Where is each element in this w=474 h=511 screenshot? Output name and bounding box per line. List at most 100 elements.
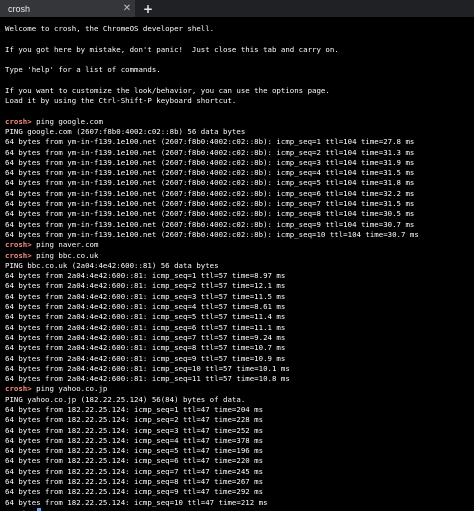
line-text: 64 bytes from 182.22.25.124: icmp_seq=6 … [5, 456, 264, 466]
command-text: ping yahoo.co.jp [31, 384, 108, 394]
line-text: 64 bytes from 2a04:4e42:600::81: icmp_se… [5, 332, 286, 342]
output-line: 64 bytes from ym-in-f139.1e100.net (2607… [5, 168, 474, 178]
line-text: 64 bytes from 2a04:4e42:600::81: icmp_se… [5, 312, 286, 322]
prompt-line: crosh> ping naver.com [5, 240, 474, 250]
output-line: 64 bytes from 182.22.25.124: icmp_seq=7 … [5, 467, 474, 477]
output-line: 64 bytes from 2a04:4e42:600::81: icmp_se… [5, 333, 474, 343]
prompt-label: crosh> [5, 384, 32, 394]
output-line: 64 bytes from ym-in-f139.1e100.net (2607… [5, 199, 474, 209]
output-line: 64 bytes from ym-in-f139.1e100.net (2607… [5, 230, 474, 240]
line-text: 64 bytes from 182.22.25.124: icmp_seq=8 … [5, 477, 264, 487]
line-text: If you want to customize the look/behavi… [5, 85, 330, 95]
line-text: 64 bytes from ym-in-f139.1e100.net (2607… [5, 209, 415, 219]
line-text: 64 bytes from ym-in-f139.1e100.net (2607… [5, 219, 415, 229]
output-line: 64 bytes from ym-in-f139.1e100.net (2607… [5, 220, 474, 230]
output-line: 64 bytes from 182.22.25.124: icmp_seq=3 … [5, 426, 474, 436]
line-text: PING yahoo.co.jp (182.22.25.124) 56(84) … [5, 394, 246, 404]
output-line: 64 bytes from 2a04:4e42:600::81: icmp_se… [5, 281, 474, 291]
output-line: 64 bytes from ym-in-f139.1e100.net (2607… [5, 178, 474, 188]
command-text: ping google.com [31, 116, 103, 126]
line-text: 64 bytes from ym-in-f139.1e100.net (2607… [5, 229, 419, 239]
output-line: PING google.com (2607:f8b0:4002:c02::8b)… [5, 127, 474, 137]
output-line: 64 bytes from 182.22.25.124: icmp_seq=6 … [5, 456, 474, 466]
line-text: 64 bytes from 182.22.25.124: icmp_seq=2 … [5, 415, 264, 425]
line-text: 64 bytes from 2a04:4e42:600::81: icmp_se… [5, 374, 290, 384]
line-text: 64 bytes from 2a04:4e42:600::81: icmp_se… [5, 291, 286, 301]
line-text: 64 bytes from 2a04:4e42:600::81: icmp_se… [5, 363, 290, 373]
line-text: Welcome to crosh, the ChromeOS developer… [5, 24, 215, 33]
tab-bar: crosh ✕ + [0, 0, 474, 17]
line-text: 64 bytes from 182.22.25.124: icmp_seq=5 … [5, 446, 264, 456]
output-line: 64 bytes from ym-in-f139.1e100.net (2607… [5, 209, 474, 219]
output-line: 64 bytes from 182.22.25.124: icmp_seq=4 … [5, 436, 474, 446]
command-text: ping naver.com [31, 240, 99, 250]
line-text: 64 bytes from 2a04:4e42:600::81: icmp_se… [5, 302, 286, 312]
output-line: 64 bytes from 2a04:4e42:600::81: icmp_se… [5, 374, 474, 384]
line-text: PING bbc.co.uk (2a04:4e42:600::81) 56 da… [5, 260, 219, 270]
prompt-line: crosh> ping bbc.co.uk [5, 251, 474, 261]
tab-crosh[interactable]: crosh ✕ [0, 0, 135, 17]
line-text: 64 bytes from 2a04:4e42:600::81: icmp_se… [5, 343, 286, 353]
output-line: If you want to customize the look/behavi… [5, 86, 474, 96]
close-icon[interactable]: ✕ [119, 0, 135, 17]
prompt-label: crosh> [5, 116, 32, 126]
output-line: 64 bytes from 182.22.25.124: icmp_seq=1 … [5, 405, 474, 415]
line-text: 64 bytes from ym-in-f139.1e100.net (2607… [5, 178, 415, 188]
line-text: 64 bytes from 182.22.25.124: icmp_seq=9 … [5, 487, 264, 497]
line-text: If you got here by mistake, don't panic!… [5, 44, 339, 54]
line-text: 64 bytes from 182.22.25.124: icmp_seq=10… [5, 497, 268, 507]
prompt-line: crosh> ping google.com [5, 117, 474, 127]
output-line: 64 bytes from 182.22.25.124: icmp_seq=5 … [5, 446, 474, 456]
output-line: Welcome to crosh, the ChromeOS developer… [5, 24, 474, 34]
output-line: Type 'help' for a list of commands. [5, 65, 474, 75]
prompt-label: crosh> [5, 250, 32, 260]
output-line: 64 bytes from 2a04:4e42:600::81: icmp_se… [5, 354, 474, 364]
output-line: 64 bytes from 182.22.25.124: icmp_seq=10… [5, 498, 474, 508]
plus-icon[interactable]: + [138, 0, 158, 17]
output-line: 64 bytes from 2a04:4e42:600::81: icmp_se… [5, 302, 474, 312]
output-line: 64 bytes from 2a04:4e42:600::81: icmp_se… [5, 292, 474, 302]
output-line: 64 bytes from 182.22.25.124: icmp_seq=8 … [5, 477, 474, 487]
line-text: 64 bytes from ym-in-f139.1e100.net (2607… [5, 168, 415, 178]
prompt-line: crosh> ping yahoo.co.jp [5, 384, 474, 394]
line-text: 64 bytes from 2a04:4e42:600::81: icmp_se… [5, 281, 286, 291]
prompt-label: crosh> [5, 240, 32, 250]
line-text: Type 'help' for a list of commands. [5, 65, 161, 75]
output-line: 64 bytes from 2a04:4e42:600::81: icmp_se… [5, 343, 474, 353]
line-text: 64 bytes from 2a04:4e42:600::81: icmp_se… [5, 322, 286, 332]
line-text: 64 bytes from ym-in-f139.1e100.net (2607… [5, 199, 415, 209]
output-line: 64 bytes from ym-in-f139.1e100.net (2607… [5, 137, 474, 147]
terminal-output[interactable]: Welcome to crosh, the ChromeOS developer… [0, 17, 474, 511]
line-text: 64 bytes from 182.22.25.124: icmp_seq=3 … [5, 425, 264, 435]
output-line: PING bbc.co.uk (2a04:4e42:600::81) 56 da… [5, 261, 474, 271]
line-text: 64 bytes from ym-in-f139.1e100.net (2607… [5, 157, 415, 167]
line-text: 64 bytes from ym-in-f139.1e100.net (2607… [5, 188, 415, 198]
line-text: 64 bytes from 2a04:4e42:600::81: icmp_se… [5, 353, 286, 363]
output-line: Load it by using the Ctrl-Shift-P keyboa… [5, 96, 474, 106]
output-line: 64 bytes from 2a04:4e42:600::81: icmp_se… [5, 271, 474, 281]
output-line: 64 bytes from 182.22.25.124: icmp_seq=2 … [5, 415, 474, 425]
output-line: 64 bytes from 2a04:4e42:600::81: icmp_se… [5, 364, 474, 374]
output-line: 64 bytes from 2a04:4e42:600::81: icmp_se… [5, 312, 474, 322]
line-text: 64 bytes from 2a04:4e42:600::81: icmp_se… [5, 271, 286, 281]
tab-title: crosh [8, 3, 31, 14]
line-text: 64 bytes from ym-in-f139.1e100.net (2607… [5, 147, 415, 157]
line-text: 64 bytes from ym-in-f139.1e100.net (2607… [5, 137, 415, 147]
line-text: Load it by using the Ctrl-Shift-P keyboa… [5, 96, 237, 106]
crosh-window: crosh ✕ + Welcome to crosh, the ChromeOS… [0, 0, 474, 511]
output-line: If you got here by mistake, don't panic!… [5, 45, 474, 55]
line-text: 64 bytes from 182.22.25.124: icmp_seq=1 … [5, 404, 264, 414]
command-text: ping bbc.co.uk [31, 250, 99, 260]
output-line: 64 bytes from ym-in-f139.1e100.net (2607… [5, 189, 474, 199]
output-line: 64 bytes from ym-in-f139.1e100.net (2607… [5, 158, 474, 168]
output-line: 64 bytes from 2a04:4e42:600::81: icmp_se… [5, 323, 474, 333]
output-line: 64 bytes from 182.22.25.124: icmp_seq=9 … [5, 487, 474, 497]
line-text: 64 bytes from 182.22.25.124: icmp_seq=4 … [5, 435, 264, 445]
output-line: 64 bytes from ym-in-f139.1e100.net (2607… [5, 148, 474, 158]
output-line: PING yahoo.co.jp (182.22.25.124) 56(84) … [5, 395, 474, 405]
line-text: PING google.com (2607:f8b0:4002:c02::8b)… [5, 126, 246, 136]
